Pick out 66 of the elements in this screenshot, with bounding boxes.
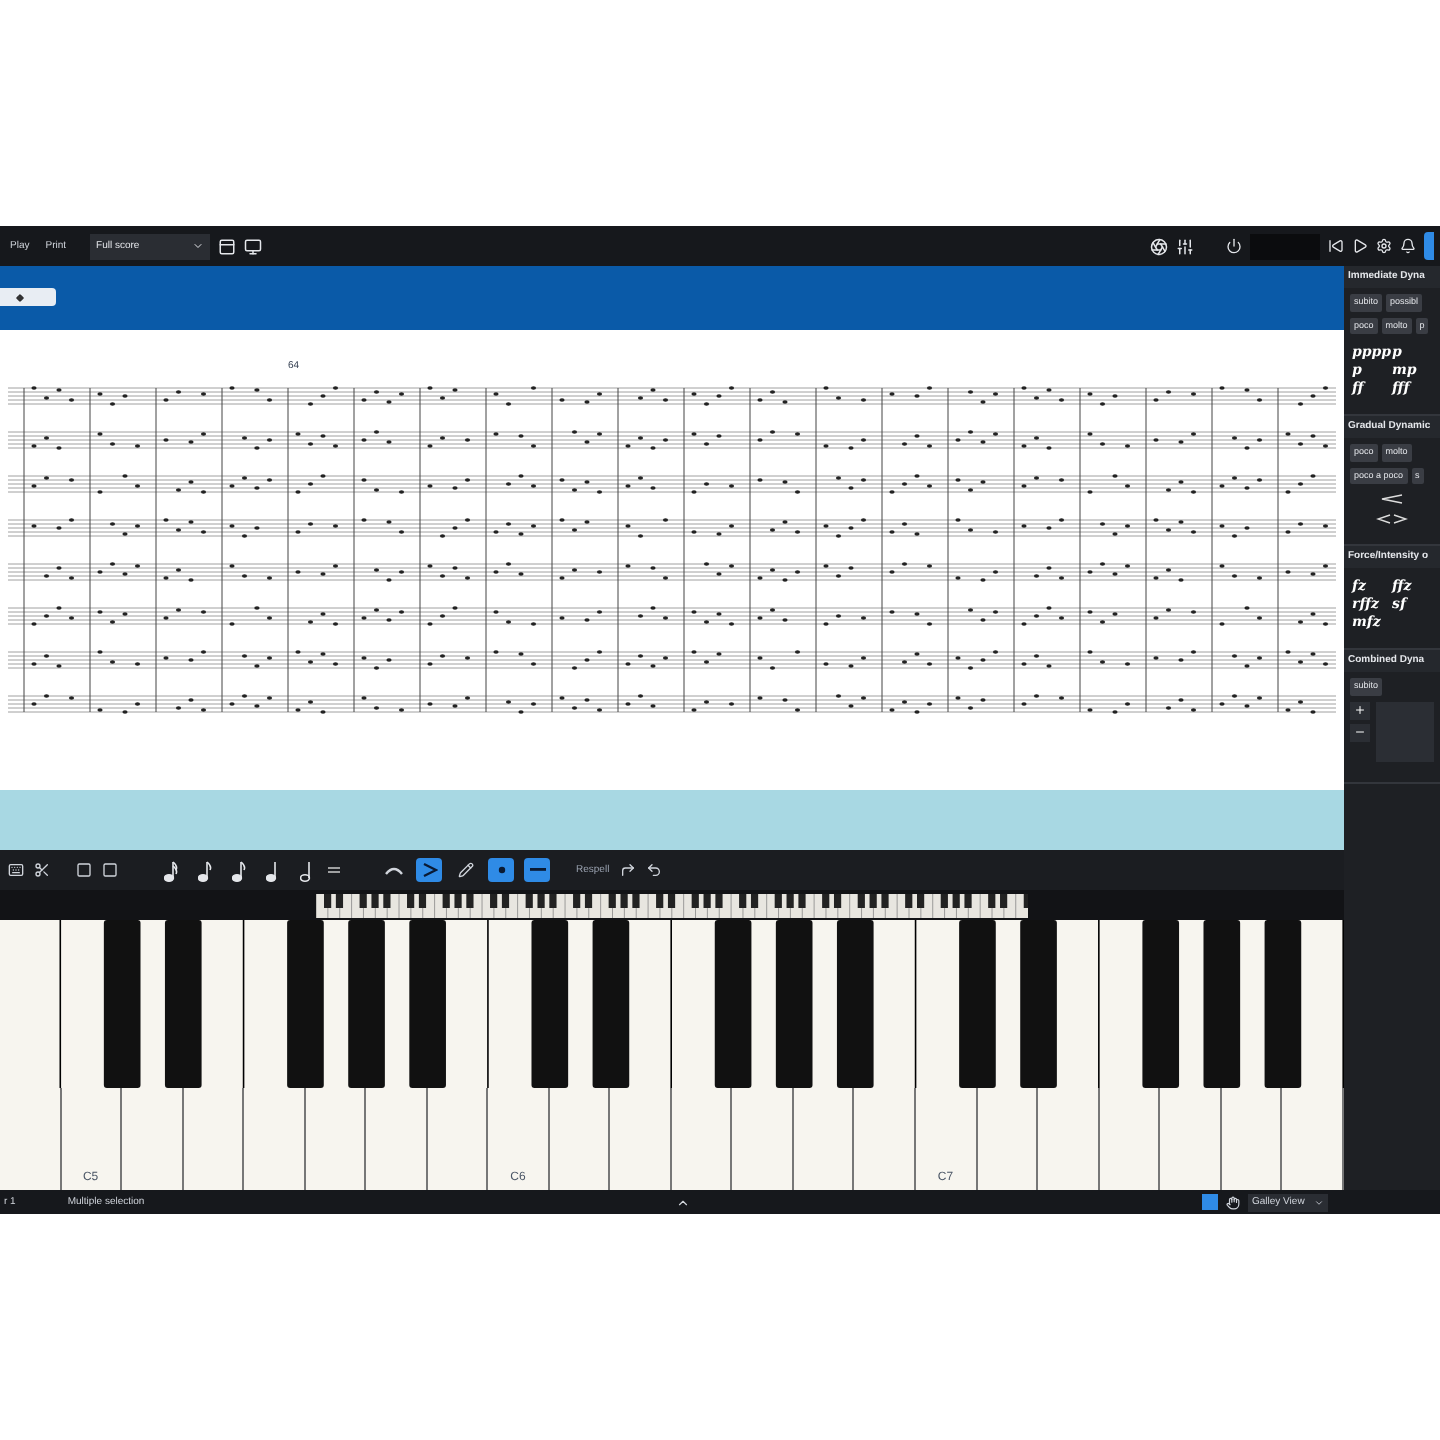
piano-key[interactable] [1282, 1088, 1344, 1190]
piano-key[interactable] [305, 1088, 367, 1190]
dot-icon [497, 866, 505, 874]
note-icon [265, 859, 279, 881]
bell-icon[interactable] [1400, 238, 1416, 254]
plus-icon [1354, 704, 1366, 716]
chevron-up-icon[interactable] [676, 1195, 691, 1209]
articulation-button[interactable] [488, 858, 514, 882]
mixer-icon[interactable] [1176, 237, 1194, 255]
piano-key[interactable] [1038, 1088, 1100, 1190]
piano-key[interactable] [549, 1088, 611, 1190]
piano-key[interactable] [1221, 1088, 1283, 1190]
duration-button[interactable] [226, 857, 250, 883]
piano-key[interactable] [671, 1088, 733, 1190]
keyboard-icon[interactable] [8, 862, 24, 878]
settings-icon[interactable] [1376, 238, 1392, 254]
accent-icon [421, 862, 437, 878]
piano-key[interactable] [732, 1088, 794, 1190]
mini-keyboard-drawing[interactable] [316, 893, 1028, 917]
aperture-icon[interactable] [1150, 237, 1168, 255]
slur-icon [383, 864, 403, 876]
tenuto-icon [529, 866, 545, 874]
add-button[interactable] [1350, 701, 1370, 719]
power-icon[interactable] [1226, 238, 1242, 254]
articulation-button[interactable] [524, 858, 550, 882]
piano-key[interactable] [0, 1088, 62, 1190]
piano-keys-drawing[interactable] [0, 920, 1344, 1088]
scissors-icon[interactable] [34, 862, 50, 878]
chevron-down-icon [1314, 1197, 1324, 1207]
piano-key[interactable] [1099, 1088, 1161, 1190]
score-tab[interactable] [0, 288, 56, 306]
redirect-icon[interactable] [619, 862, 636, 878]
piano-key[interactable] [610, 1088, 672, 1190]
minus-icon [1354, 726, 1366, 738]
piano-key[interactable] [1160, 1088, 1222, 1190]
hairpin-icon[interactable] [1380, 494, 1404, 504]
pencil-icon [457, 862, 473, 878]
piano-key[interactable] [122, 1088, 184, 1190]
duration-button[interactable] [158, 857, 182, 883]
chevron-down-icon [192, 240, 205, 252]
note-icon [197, 859, 211, 881]
square-icon[interactable] [102, 862, 118, 878]
piano-key[interactable] [793, 1088, 855, 1190]
window-icon[interactable] [244, 237, 263, 255]
note-icon [163, 859, 177, 881]
messa-di-voce-icon[interactable] [1376, 514, 1408, 524]
note-icon [299, 859, 313, 881]
articulation-button[interactable] [416, 858, 442, 882]
piano-key[interactable] [977, 1088, 1039, 1190]
piano-key[interactable] [183, 1088, 245, 1190]
equals-icon[interactable] [328, 866, 340, 874]
note-icon [231, 859, 245, 881]
piano-key[interactable] [244, 1088, 306, 1190]
undo-icon[interactable] [645, 862, 662, 878]
rewind-icon[interactable] [1328, 238, 1344, 254]
window-icon[interactable] [218, 237, 237, 255]
play-icon[interactable] [1352, 238, 1368, 254]
piano-key[interactable] [366, 1088, 428, 1190]
square-icon[interactable] [76, 862, 92, 878]
diamond-icon [16, 293, 24, 301]
duration-button[interactable] [192, 857, 216, 883]
panel-toggle-button[interactable] [1424, 232, 1434, 260]
piano-key[interactable] [854, 1088, 916, 1190]
hand-icon[interactable] [1226, 1195, 1240, 1209]
remove-button[interactable] [1350, 723, 1370, 741]
piano-key[interactable] [427, 1088, 489, 1190]
